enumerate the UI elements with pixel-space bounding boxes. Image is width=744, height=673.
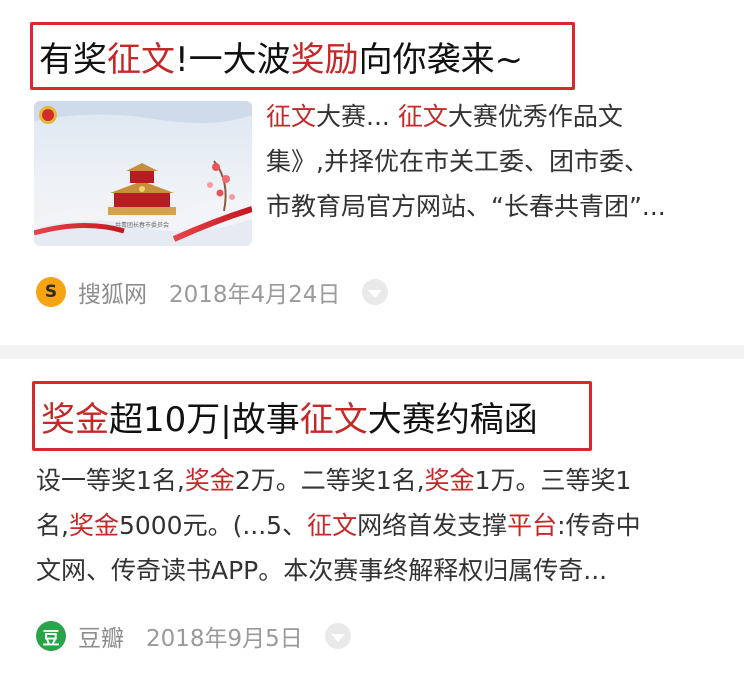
thumbnail-caption: 共青团长春市委员会 (115, 221, 169, 229)
keyword-highlight: 奖金 (184, 466, 235, 495)
text-segment: 有奖 (39, 39, 107, 80)
result-divider (0, 345, 744, 359)
text-segment: 名, (36, 511, 69, 540)
result-title[interactable]: 奖金 超10万|故事 征文 大赛约稿函 (32, 381, 592, 451)
result-date: 2018年4月24日 (169, 282, 341, 308)
keyword-highlight: 奖励 (290, 39, 359, 80)
douban-logo-icon: 豆 (36, 621, 66, 651)
result-date: 2018年9月5日 (146, 626, 303, 652)
snippet-line: 文网、传奇读书APP。本次赛事终解释权归属传奇... (36, 548, 711, 593)
snippet-line: 市教育局官方网站、“长春共青团”... (266, 184, 706, 229)
text-segment: 设一等奖1名, (36, 466, 185, 495)
keyword-highlight: 征文 (307, 511, 358, 540)
chevron-down-icon[interactable] (362, 279, 389, 305)
search-result-card[interactable]: 有奖 征文 !一大波 奖励 向你袭来~ 共青团长春市委员会 征文大赛... 征文… (0, 0, 744, 345)
result-snippet: 设一等奖1名,奖金2万。二等奖1名,奖金1万。三等奖1 名,奖金5000元。(..… (36, 458, 711, 593)
text-segment: 市教育局官方网站、“长春共青团”... (266, 192, 666, 221)
text-segment: 5000元。(...5、 (118, 511, 308, 540)
text-segment: 大赛优秀作品文 (447, 102, 623, 131)
result-title[interactable]: 有奖 征文 !一大波 奖励 向你袭来~ (30, 22, 575, 90)
text-segment: 大赛约稿函 (367, 399, 538, 440)
source-name[interactable]: 豆瓣 (78, 619, 124, 653)
result-meta: S 搜狐网 2018年4月24日 (36, 274, 389, 310)
keyword-highlight: 平台 (507, 511, 558, 540)
snippet-line: 名,奖金5000元。(...5、征文网络首发支撑平台:传奇中 (36, 503, 711, 548)
snippet-line: 设一等奖1名,奖金2万。二等奖1名,奖金1万。三等奖1 (36, 458, 711, 503)
result-meta: 豆 豆瓣 2018年9月5日 (36, 618, 351, 654)
text-segment: 网络首发支撑 (357, 511, 508, 540)
snippet-line: 集》,并择优在市关工委、团市委、 (266, 139, 706, 184)
source-name[interactable]: 搜狐网 (78, 275, 147, 309)
keyword-highlight: 奖金 (424, 466, 475, 495)
keyword-highlight: 征文 (107, 39, 175, 80)
text-segment: 大赛... (316, 102, 398, 131)
keyword-highlight: 征文 (299, 399, 368, 440)
keyword-highlight: 奖金 (68, 511, 119, 540)
text-segment: :传奇中 (557, 511, 641, 540)
text-segment: 向你袭来~ (358, 39, 524, 80)
thumbnail-image: 共青团长春市委员会 (34, 101, 252, 246)
chevron-down-icon[interactable] (324, 623, 351, 649)
text-segment: 1万。三等奖1 (474, 466, 632, 495)
result-snippet: 征文大赛... 征文大赛优秀作品文 集》,并择优在市关工委、团市委、 市教育局官方网… (266, 94, 706, 229)
sohu-logo-icon: S (36, 277, 66, 307)
result-thumbnail[interactable]: 共青团长春市委员会 (34, 101, 252, 246)
keyword-highlight: 征文 (397, 102, 448, 131)
text-segment: 文网、传奇读书APP。本次赛事终解释权归属传奇... (36, 556, 608, 585)
text-segment: 超10万|故事 (109, 399, 300, 440)
text-segment: 2万。二等奖1名, (234, 466, 425, 495)
text-segment: !一大波 (175, 39, 291, 80)
keyword-highlight: 征文 (266, 102, 317, 131)
text-segment: 集》,并择优在市关工委、团市委、 (266, 147, 649, 176)
keyword-highlight: 奖金 (41, 399, 109, 440)
snippet-line: 征文大赛... 征文大赛优秀作品文 (266, 94, 706, 139)
